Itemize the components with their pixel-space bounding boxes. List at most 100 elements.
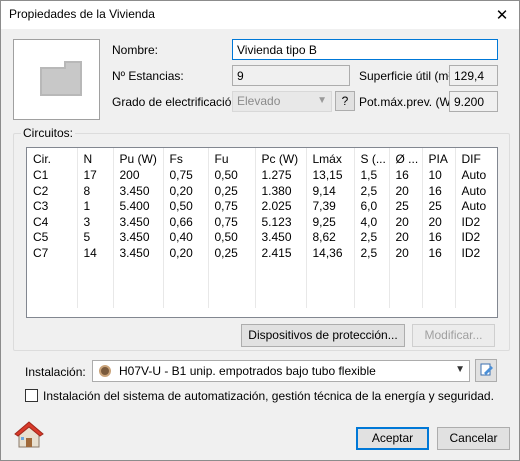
table-cell	[255, 276, 307, 292]
table-row[interactable]: C1 17 200 0,75 0,50 1.275 13,15 1,5 16 10 Auto	[27, 168, 497, 184]
close-button[interactable]: ✕	[491, 4, 513, 26]
circuitos-table[interactable]: Cir. N Pu (W) Fs Fu Pc (W) Lmáx S (... Ø…	[26, 147, 498, 318]
table-cell: 200	[113, 168, 164, 184]
table-cell	[422, 276, 456, 292]
circuitos-group-label: Circuitos:	[21, 126, 76, 140]
automatizacion-checkbox[interactable]	[25, 389, 38, 402]
table-cell	[354, 276, 390, 292]
table-cell: C2	[27, 183, 78, 199]
table-cell: ID2	[455, 230, 497, 246]
column-header[interactable]: DIF	[455, 148, 497, 168]
table-row[interactable]: C7 14 3.450 0,20 0,25 2.415 14,36 2,5 20 16 ID2	[27, 245, 497, 261]
table-cell: 0,20	[163, 183, 209, 199]
column-header[interactable]: Lmáx	[306, 148, 355, 168]
electrificacion-select[interactable]: Elevado ▼	[232, 91, 332, 112]
table-cell: 2.025	[255, 199, 307, 215]
empty-row	[27, 261, 497, 277]
table-cell	[77, 292, 114, 308]
table-cell	[113, 292, 164, 308]
edit-instalacion-button[interactable]	[475, 359, 497, 382]
house-icon	[14, 421, 44, 448]
table-cell	[208, 292, 256, 308]
table-cell	[389, 292, 423, 308]
column-header[interactable]: Pu (W)	[113, 148, 164, 168]
table-cell: 13,15	[306, 168, 355, 184]
table-cell: 14,36	[306, 245, 355, 261]
table-cell	[163, 261, 209, 277]
dispositivos-proteccion-button[interactable]: Dispositivos de protección...	[241, 324, 405, 347]
table-row[interactable]: C4 3 3.450 0,66 0,75 5.123 9,25 4,0 20 20 ID2	[27, 214, 497, 230]
table-cell: 6,0	[354, 199, 390, 215]
table-cell: 0,25	[208, 183, 256, 199]
column-header[interactable]: PIA	[422, 148, 456, 168]
nombre-input[interactable]	[232, 39, 498, 60]
help-button[interactable]: ?	[335, 91, 355, 111]
close-icon: ✕	[495, 7, 509, 24]
chevron-down-icon: ▼	[455, 364, 465, 375]
table-cell: 10	[422, 168, 456, 184]
table-cell	[208, 276, 256, 292]
title-bar: Propiedades de la Vivienda ✕	[1, 1, 519, 29]
chevron-down-icon: ▼	[317, 95, 327, 106]
column-header[interactable]: Fs	[163, 148, 209, 168]
table-cell	[163, 276, 209, 292]
electrificacion-label: Grado de electrificación:	[112, 95, 242, 109]
column-header[interactable]: N	[77, 148, 114, 168]
instalacion-value: H07V-U - B1 unip. empotrados bajo tubo f…	[119, 364, 376, 378]
table-cell: 0,66	[163, 214, 209, 230]
table-cell: 9,14	[306, 183, 355, 199]
superficie-label: Superficie útil (m²):	[359, 69, 460, 83]
empty-row	[27, 276, 497, 292]
table-cell: 8	[77, 183, 114, 199]
superficie-field[interactable]	[449, 65, 498, 86]
modificar-button[interactable]: Modificar...	[412, 324, 495, 347]
table-cell	[306, 292, 355, 308]
table-cell: 20	[389, 245, 423, 261]
column-header[interactable]: Pc (W)	[255, 148, 307, 168]
table-row[interactable]: C5 5 3.450 0,40 0,50 3.450 8,62 2,5 20 16 ID2	[27, 230, 497, 246]
table-cell: C1	[27, 168, 78, 184]
aceptar-button[interactable]: Aceptar	[356, 427, 429, 450]
table-cell: ID2	[455, 214, 497, 230]
table-cell: 17	[77, 168, 114, 184]
table-cell: 2,5	[354, 183, 390, 199]
table-cell: 20	[389, 183, 423, 199]
table-cell: 5.123	[255, 214, 307, 230]
table-cell: C4	[27, 214, 78, 230]
column-header[interactable]: S (...	[354, 148, 390, 168]
table-cell: 3.450	[113, 245, 164, 261]
cancelar-button[interactable]: Cancelar	[437, 427, 510, 450]
table-cell: Auto	[455, 168, 497, 184]
table-cell: 25	[389, 199, 423, 215]
column-header[interactable]: Cir.	[27, 148, 78, 168]
table-cell	[208, 261, 256, 277]
instalacion-select[interactable]: H07V-U - B1 unip. empotrados bajo tubo f…	[92, 360, 470, 382]
table-cell	[77, 261, 114, 277]
table-cell: Auto	[455, 199, 497, 215]
column-header[interactable]: Fu	[208, 148, 256, 168]
floor-plan-preview	[13, 39, 100, 120]
table-cell: 1.275	[255, 168, 307, 184]
table-cell: 0,50	[208, 230, 256, 246]
table-cell: 5.400	[113, 199, 164, 215]
automatizacion-label: Instalación del sistema de automatizació…	[43, 389, 494, 403]
table-cell	[27, 261, 78, 277]
edit-icon	[480, 363, 493, 376]
table-cell	[306, 276, 355, 292]
estancias-label: Nº Estancias:	[112, 69, 184, 83]
table-cell	[77, 276, 114, 292]
table-cell: 16	[422, 183, 456, 199]
table-header-row: Cir. N Pu (W) Fs Fu Pc (W) Lmáx S (... Ø…	[27, 148, 497, 168]
table-cell: 3	[77, 214, 114, 230]
estancias-field[interactable]	[232, 65, 350, 86]
electrificacion-value: Elevado	[237, 94, 281, 108]
table-cell	[255, 261, 307, 277]
instalacion-label: Instalación:	[25, 365, 86, 379]
potencia-field[interactable]	[449, 91, 498, 112]
table-row[interactable]: C3 1 5.400 0,50 0,75 2.025 7,39 6,0 25 25 Auto	[27, 199, 497, 215]
table-cell	[455, 261, 497, 277]
table-cell: Auto	[455, 183, 497, 199]
column-header[interactable]: Ø ...	[389, 148, 423, 168]
table-row[interactable]: C2 8 3.450 0,20 0,25 1.380 9,14 2,5 20 16 Auto	[27, 183, 497, 199]
table-cell: 14	[77, 245, 114, 261]
